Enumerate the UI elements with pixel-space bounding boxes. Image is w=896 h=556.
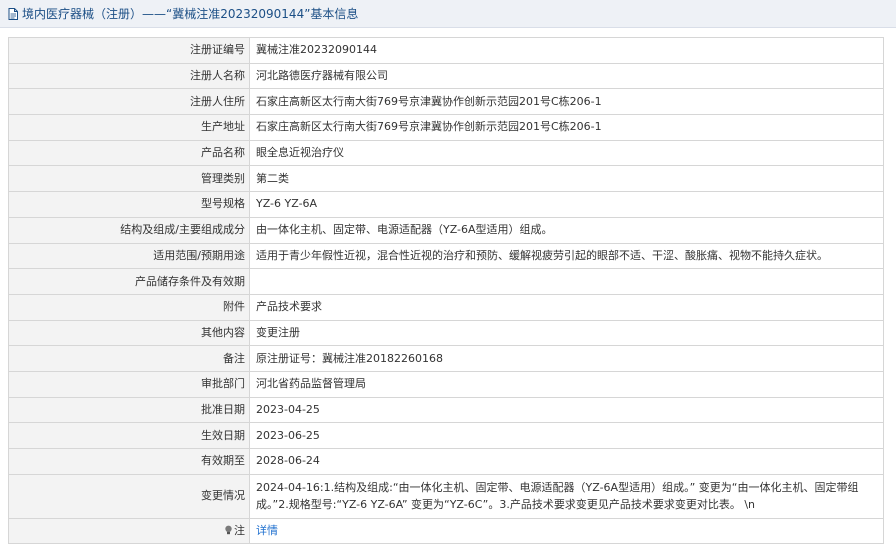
note-label: 注 xyxy=(234,524,245,538)
row-label: 产品名称 xyxy=(8,139,250,167)
table-row: 批准日期 2023-04-25 xyxy=(8,396,884,424)
table-row: 管理类别 第二类 xyxy=(8,165,884,193)
row-label: 生效日期 xyxy=(8,422,250,449)
page-title: 境内医疗器械（注册）——“冀械注准20232090144”基本信息 xyxy=(22,7,359,21)
table-row: 适用范围/预期用途 适用于青少年假性近视，混合性近视的治疗和预防、缓解视疲劳引起… xyxy=(8,242,884,270)
table-row: 变更情况 2024-04-16:1.结构及组成:“由一体化主机、固定带、电源适配… xyxy=(8,473,884,519)
row-label: 生产地址 xyxy=(8,114,250,141)
table-row: 审批部门 河北省药品监督管理局 xyxy=(8,370,884,398)
table-row: 其他内容 变更注册 xyxy=(8,319,884,347)
row-value: YZ-6 YZ-6A xyxy=(249,191,884,218)
row-value: 冀械注准20232090144 xyxy=(249,37,884,64)
table-row: 有效期至 2028-06-24 xyxy=(8,448,884,475)
document-icon xyxy=(8,7,18,20)
row-label: 审批部门 xyxy=(8,370,250,398)
row-label: 注册人名称 xyxy=(8,62,250,90)
row-value: 石家庄高新区太行南大街769号京津冀协作创新示范园201号C栋206-1 xyxy=(249,88,884,116)
header-bar: 境内医疗器械（注册）——“冀械注准20232090144”基本信息 xyxy=(0,0,896,28)
table-row: 备注 原注册证号：冀械注准20182260168 xyxy=(8,345,884,372)
row-label: 有效期至 xyxy=(8,448,250,475)
table-row: 注册人住所 石家庄高新区太行南大街769号京津冀协作创新示范园201号C栋206… xyxy=(8,88,884,116)
row-label: 产品储存条件及有效期 xyxy=(8,268,250,295)
table-row: 附件 产品技术要求 xyxy=(8,293,884,321)
table-row-note: 注 详情 xyxy=(8,517,884,545)
row-label: 管理类别 xyxy=(8,165,250,193)
row-value: 2023-04-25 xyxy=(249,396,884,424)
row-label: 备注 xyxy=(8,345,250,372)
note-value-cell: 详情 xyxy=(249,517,884,545)
table-row: 产品名称 眼全息近视治疗仪 xyxy=(8,139,884,167)
table-row: 生产地址 石家庄高新区太行南大街769号京津冀协作创新示范园201号C栋206-… xyxy=(8,114,884,141)
row-value: 石家庄高新区太行南大街769号京津冀协作创新示范园201号C栋206-1 xyxy=(249,114,884,141)
row-label: 注册证编号 xyxy=(8,37,250,64)
row-label: 附件 xyxy=(8,293,250,321)
table-row: 型号规格 YZ-6 YZ-6A xyxy=(8,191,884,218)
row-value: 产品技术要求 xyxy=(249,293,884,321)
table-row: 注册证编号 冀械注准20232090144 xyxy=(8,37,884,64)
row-label: 适用范围/预期用途 xyxy=(8,242,250,270)
row-value: 眼全息近视治疗仪 xyxy=(249,139,884,167)
row-label: 批准日期 xyxy=(8,396,250,424)
registration-info-table: 注册证编号 冀械注准20232090144 注册人名称 河北路德医疗器械有限公司… xyxy=(8,37,884,545)
row-label: 其他内容 xyxy=(8,319,250,347)
row-value: 变更注册 xyxy=(249,319,884,347)
row-value: 2023-06-25 xyxy=(249,422,884,449)
table-row: 生效日期 2023-06-25 xyxy=(8,422,884,449)
lightbulb-icon xyxy=(225,525,232,535)
note-label-cell: 注 xyxy=(8,517,250,545)
row-value xyxy=(249,268,884,295)
row-value: 由一体化主机、固定带、电源适配器（YZ-6A型适用）组成。 xyxy=(249,216,884,244)
details-link[interactable]: 详情 xyxy=(256,524,278,537)
row-label: 注册人住所 xyxy=(8,88,250,116)
row-value: 适用于青少年假性近视，混合性近视的治疗和预防、缓解视疲劳引起的眼部不适、干涩、酸… xyxy=(249,242,884,270)
row-value: 河北省药品监督管理局 xyxy=(249,370,884,398)
row-value: 河北路德医疗器械有限公司 xyxy=(249,62,884,90)
page: 境内医疗器械（注册）——“冀械注准20232090144”基本信息 注册证编号 … xyxy=(0,0,896,556)
table-row: 注册人名称 河北路德医疗器械有限公司 xyxy=(8,62,884,90)
row-value: 第二类 xyxy=(249,165,884,193)
row-label: 型号规格 xyxy=(8,191,250,218)
table-row: 结构及组成/主要组成成分 由一体化主机、固定带、电源适配器（YZ-6A型适用）组… xyxy=(8,216,884,244)
row-label: 变更情况 xyxy=(8,473,250,519)
row-value: 2024-04-16:1.结构及组成:“由一体化主机、固定带、电源适配器（YZ-… xyxy=(249,473,884,519)
row-value: 2028-06-24 xyxy=(249,448,884,475)
row-label: 结构及组成/主要组成成分 xyxy=(8,216,250,244)
row-value: 原注册证号：冀械注准20182260168 xyxy=(249,345,884,372)
table-row: 产品储存条件及有效期 xyxy=(8,268,884,295)
